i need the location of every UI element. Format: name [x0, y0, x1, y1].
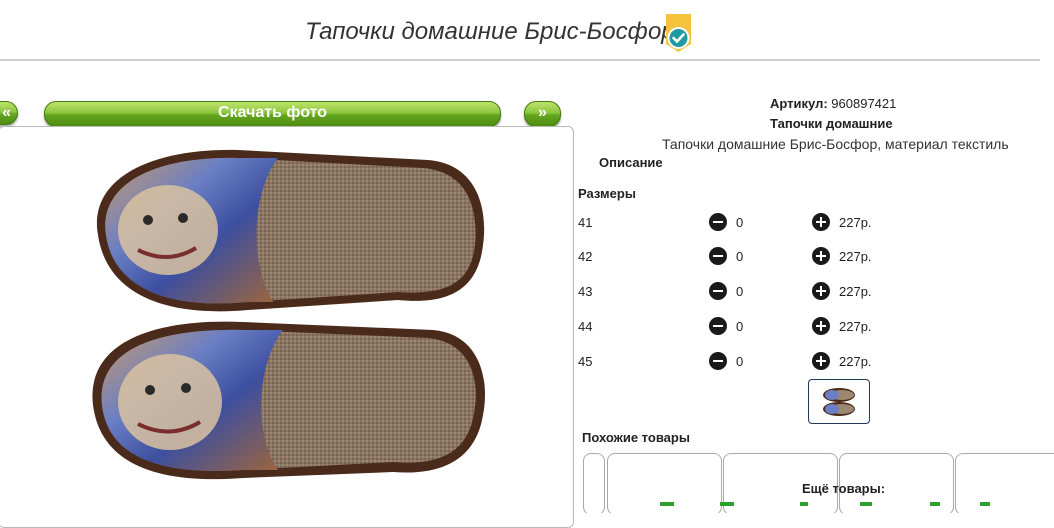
article-label: Артикул:	[770, 96, 828, 111]
sizes-label: Размеры	[578, 186, 636, 201]
product-card[interactable]	[583, 453, 605, 513]
size-value: 42	[578, 249, 593, 264]
size-row: 42 0 227р.	[578, 247, 1054, 267]
next-photo-button[interactable]: »	[524, 101, 561, 127]
decrease-quantity-button[interactable]	[709, 352, 727, 370]
price-value: 227р.	[839, 215, 872, 230]
increase-quantity-button[interactable]	[812, 317, 830, 335]
size-row: 44 0 227р.	[578, 317, 1054, 337]
size-value: 44	[578, 319, 593, 334]
price-value: 227р.	[839, 319, 872, 334]
verified-badge-icon	[666, 14, 691, 52]
size-value: 41	[578, 215, 593, 230]
decrease-quantity-button[interactable]	[709, 213, 727, 231]
page-header: Тапочки домашние Брис-Босфор	[0, 14, 1054, 54]
increase-quantity-button[interactable]	[812, 247, 830, 265]
price-value: 227р.	[839, 249, 872, 264]
quantity-value: 0	[736, 249, 744, 264]
quantity-value: 0	[736, 284, 744, 299]
quantity-value: 0	[736, 354, 744, 369]
increase-quantity-button[interactable]	[812, 282, 830, 300]
photo-thumbnail[interactable]	[808, 379, 870, 424]
size-row: 43 0 227р.	[578, 282, 1054, 302]
decrease-quantity-button[interactable]	[709, 247, 727, 265]
article-value: 960897421	[831, 96, 897, 111]
size-value: 45	[578, 354, 593, 369]
price-value: 227р.	[839, 284, 872, 299]
description-label: Описание	[599, 155, 663, 170]
prev-photo-button[interactable]: «	[0, 101, 18, 125]
header-divider	[0, 59, 1040, 61]
size-row: 45 0 227р.	[578, 352, 1054, 372]
increase-quantity-button[interactable]	[812, 352, 830, 370]
download-photo-button[interactable]: Скачать фото	[44, 101, 501, 127]
product-description: Тапочки домашние Брис-Босфор, материал т…	[662, 136, 1009, 152]
quantity-value: 0	[736, 215, 744, 230]
page-title: Тапочки домашние Брис-Босфор	[305, 18, 675, 45]
similar-products-label: Похожие товары	[582, 430, 690, 445]
decrease-quantity-button[interactable]	[709, 317, 727, 335]
article-line: Артикул: 960897421	[770, 96, 896, 111]
size-row: 41 0 227р.	[578, 213, 1054, 233]
slipper-thumbnail-icon	[823, 388, 855, 416]
quantity-value: 0	[736, 319, 744, 334]
product-category: Тапочки домашние	[770, 116, 893, 131]
price-value: 227р.	[839, 354, 872, 369]
more-products-label: Ещё товары:	[802, 481, 886, 496]
size-value: 43	[578, 284, 593, 299]
product-photo[interactable]	[78, 140, 488, 485]
increase-quantity-button[interactable]	[812, 213, 830, 231]
decrease-quantity-button[interactable]	[709, 282, 727, 300]
